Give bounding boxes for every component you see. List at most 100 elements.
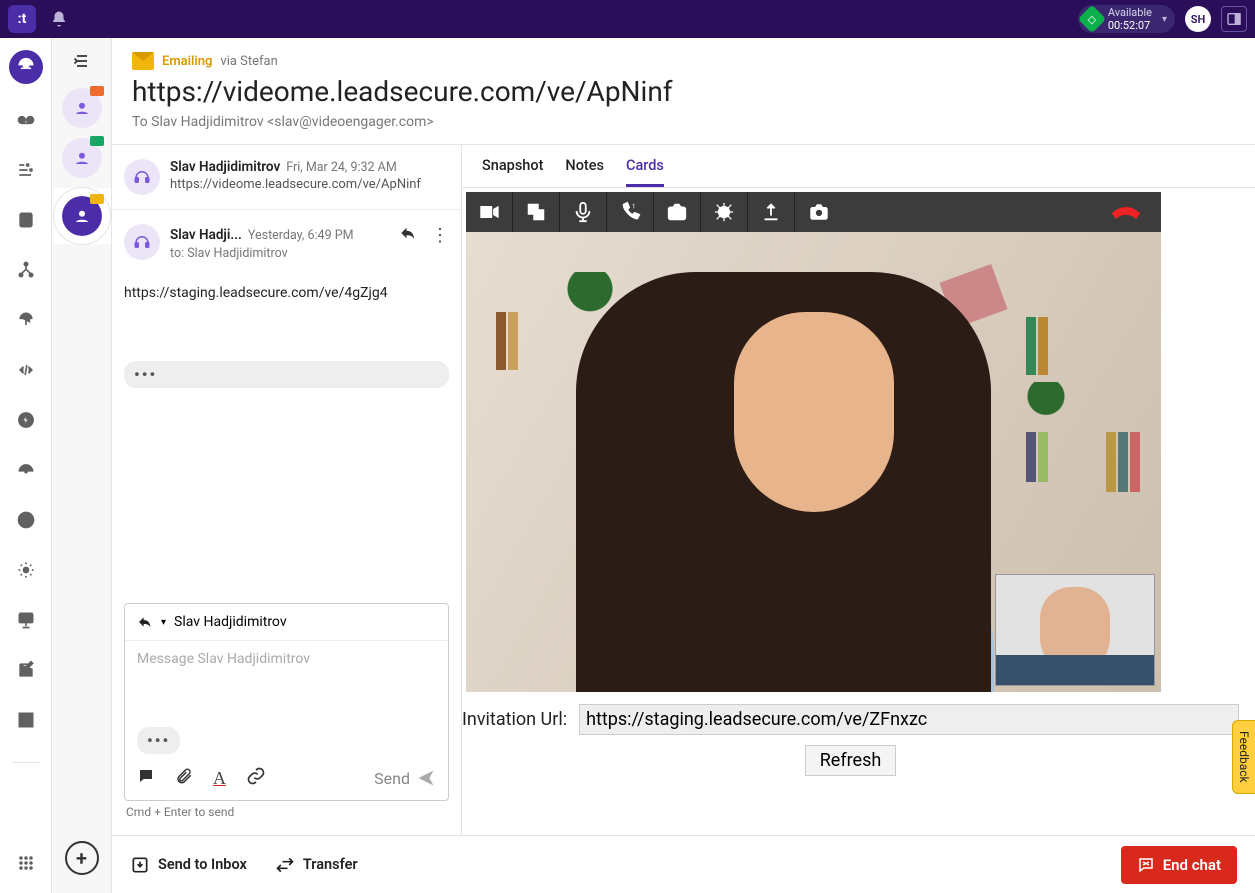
screenshare-icon[interactable] — [513, 192, 560, 232]
nav-rail — [0, 38, 52, 893]
chevron-down-icon: ▾ — [1162, 14, 1167, 25]
invitation-url-input[interactable] — [579, 704, 1239, 735]
send-to-inbox-label: Send to Inbox — [158, 856, 247, 873]
nav-voicemail-icon[interactable] — [12, 106, 40, 134]
tab-snapshot[interactable]: Snapshot — [482, 157, 543, 187]
headset-icon — [124, 224, 160, 260]
hangup-button[interactable] — [1091, 192, 1161, 232]
link-icon[interactable] — [246, 766, 266, 790]
message-time: Fri, Mar 24, 9:32 AM — [286, 160, 397, 175]
video-main-feed — [466, 232, 1161, 692]
nav-compass-icon[interactable] — [12, 506, 40, 534]
composer: ▾ Slav Hadjidimitrov ••• A Send — [124, 603, 449, 801]
nav-fingerprint-icon[interactable] — [12, 306, 40, 334]
end-chat-label: End chat — [1163, 856, 1221, 874]
channel-badge-icon — [90, 86, 104, 96]
message-from: Slav Hadjidimitrov — [170, 159, 280, 175]
blur-background-icon[interactable] — [701, 192, 748, 232]
attachment-icon[interactable] — [175, 767, 193, 789]
presence-diamond-icon — [1078, 5, 1106, 33]
video-toolbar: 1 — [466, 192, 1161, 232]
presence-status-chip[interactable]: Available 00:52:07 ▾ — [1078, 5, 1175, 33]
canned-response-icon[interactable] — [137, 767, 155, 789]
channel-badge-icon — [90, 136, 104, 146]
message-item-expanded: Slav Hadji... Yesterday, 6:49 PM ⋮ to: S… — [112, 210, 461, 402]
nav-queue-icon[interactable] — [12, 156, 40, 184]
message-list: Slav Hadjidimitrov Fri, Mar 24, 9:32 AM h… — [112, 145, 461, 591]
more-icon[interactable]: ⋮ — [431, 225, 449, 246]
send-button[interactable]: Send — [374, 768, 436, 788]
trimmed-content-toggle[interactable]: ••• — [137, 727, 180, 754]
panel-toggle-icon[interactable] — [1221, 6, 1247, 32]
format-text-icon[interactable]: A — [213, 768, 226, 789]
message-body: https://staging.leadsecure.com/ve/4gZjg4 — [124, 285, 449, 301]
video-camera-icon[interactable] — [466, 192, 513, 232]
send-to-inbox-button[interactable]: Send to Inbox — [130, 855, 247, 875]
svg-text:1: 1 — [632, 203, 636, 211]
interaction-title: https://videome.leadsecure.com/ve/ApNinf — [132, 76, 1235, 108]
message-from: Slav Hadji... — [170, 227, 242, 243]
reply-icon[interactable] — [399, 224, 417, 246]
nav-apps-icon[interactable] — [12, 849, 40, 877]
feedback-tab[interactable]: Feedback — [1232, 720, 1255, 794]
via-label: via Stefan — [220, 54, 277, 69]
switch-camera-icon[interactable] — [795, 192, 842, 232]
user-avatar[interactable]: SH — [1185, 6, 1211, 32]
tab-cards[interactable]: Cards — [626, 157, 664, 187]
nav-gauge-icon[interactable] — [12, 456, 40, 484]
channel-label: Emailing — [162, 54, 212, 69]
notifications-icon[interactable] — [50, 10, 68, 28]
video-pip[interactable] — [995, 574, 1155, 686]
reply-to-selector[interactable]: ▾ Slav Hadjidimitrov — [125, 604, 448, 641]
channel-badge-icon — [90, 194, 104, 204]
refresh-button[interactable]: Refresh — [805, 745, 897, 776]
person-face — [734, 312, 894, 512]
video-widget: 1 — [462, 188, 1255, 835]
conversation-strip: + — [52, 38, 112, 893]
tab-notes[interactable]: Notes — [565, 157, 604, 187]
end-chat-button[interactable]: End chat — [1121, 846, 1237, 884]
headset-icon — [124, 159, 160, 195]
camera-snapshot-icon[interactable] — [654, 192, 701, 232]
composer-hint: Cmd + Enter to send — [124, 801, 449, 823]
interaction-header: Emailing via Stefan https://videome.lead… — [112, 38, 1255, 145]
to-line: To Slav Hadjidimitrov <slav@videoengager… — [132, 114, 1235, 130]
nav-grid-icon[interactable] — [12, 706, 40, 734]
thread-panel: Slav Hadjidimitrov Fri, Mar 24, 9:32 AM h… — [112, 145, 462, 835]
app-logo[interactable]: :t — [8, 5, 36, 33]
microphone-icon[interactable] — [560, 192, 607, 232]
conversation-item-active[interactable] — [62, 196, 102, 236]
message-preview: https://videome.leadsecure.com/ve/ApNinf — [170, 177, 449, 192]
conversation-item[interactable] — [62, 88, 102, 128]
nav-contacts-icon[interactable] — [12, 206, 40, 234]
composer-area: ▾ Slav Hadjidimitrov ••• A Send — [112, 591, 461, 835]
nav-interactions-icon[interactable] — [9, 50, 43, 84]
send-label: Send — [374, 769, 410, 788]
nav-presentation-icon[interactable] — [12, 606, 40, 634]
collapse-icon[interactable] — [71, 50, 93, 72]
presence-label: Available — [1108, 7, 1152, 18]
nav-routing-icon[interactable] — [12, 256, 40, 284]
dialpad-icon[interactable]: 1 — [607, 192, 654, 232]
main-area: + Emailing via Stefan https://videome.le… — [0, 38, 1255, 893]
nav-settings-icon[interactable] — [12, 556, 40, 584]
nav-code-icon[interactable] — [12, 356, 40, 384]
upload-icon[interactable] — [748, 192, 795, 232]
message-item[interactable]: Slav Hadjidimitrov Fri, Mar 24, 9:32 AM h… — [112, 145, 461, 210]
conversation-item[interactable] — [62, 138, 102, 178]
side-tabs: Snapshot Notes Cards — [462, 145, 1255, 188]
rail-divider — [12, 762, 40, 763]
message-input[interactable] — [125, 641, 448, 727]
nav-bolt-icon[interactable] — [12, 406, 40, 434]
reply-to-name: Slav Hadjidimitrov — [174, 614, 287, 630]
content-pane: Emailing via Stefan https://videome.lead… — [112, 38, 1255, 893]
footer-toolbar: Send to Inbox Transfer End chat — [112, 835, 1255, 893]
top-bar: :t Available 00:52:07 ▾ SH — [0, 0, 1255, 38]
nav-compose-icon[interactable] — [12, 656, 40, 684]
transfer-button[interactable]: Transfer — [275, 855, 358, 875]
right-panel: Snapshot Notes Cards 1 — [462, 145, 1255, 835]
add-conversation-button[interactable]: + — [65, 841, 99, 875]
trimmed-content-toggle[interactable]: ••• — [124, 361, 449, 388]
message-to-line: to: Slav Hadjidimitrov — [170, 246, 449, 261]
mail-icon — [132, 52, 154, 70]
